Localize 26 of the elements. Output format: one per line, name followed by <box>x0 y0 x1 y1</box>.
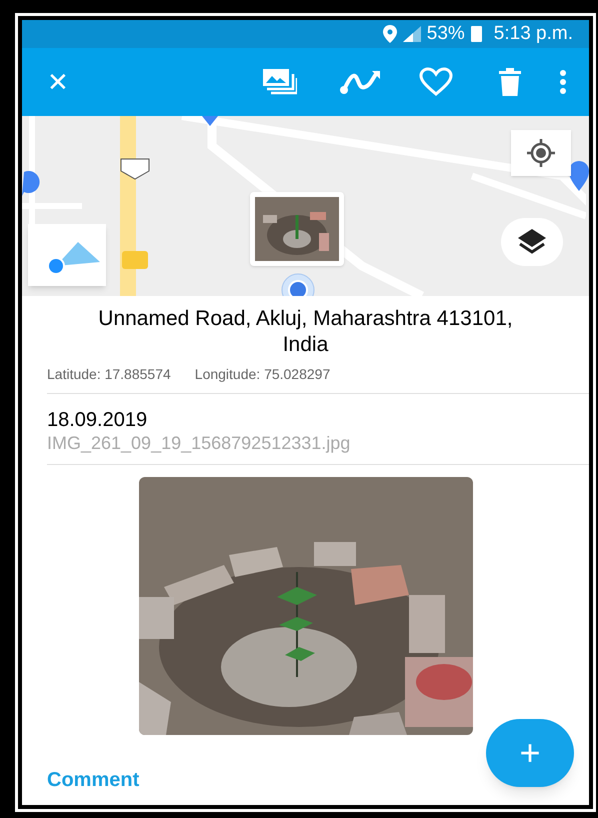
close-button[interactable]: ✕ <box>38 62 78 102</box>
trash-icon[interactable] <box>499 68 521 96</box>
battery-percent: 53% <box>426 22 465 46</box>
clock: 5:13 p.m. <box>494 22 573 46</box>
more-options-icon[interactable] <box>559 70 567 94</box>
heart-icon[interactable] <box>419 67 453 97</box>
address-text: Unnamed Road, Akluj, Maharashtra 413101, India <box>97 306 514 358</box>
my-location-button[interactable] <box>511 130 571 176</box>
signal-icon <box>402 26 421 42</box>
road-sign-icon <box>120 158 150 180</box>
layers-icon <box>518 229 546 255</box>
comment-link[interactable]: Comment <box>47 765 140 795</box>
longitude-text: Longitude: 75.028297 <box>194 365 330 384</box>
filename-text: IMG_261_09_19_1568792512331.jpg <box>47 432 352 454</box>
date-text: 18.09.2019 <box>47 408 148 432</box>
road-sign-icon <box>122 251 148 269</box>
gallery-icon[interactable] <box>263 69 297 95</box>
map-pin-icon <box>569 161 589 191</box>
battery-icon <box>470 26 482 42</box>
compass-button[interactable] <box>28 224 106 286</box>
add-button[interactable]: + <box>486 719 574 787</box>
location-pin-icon <box>382 25 397 43</box>
crosshair-icon <box>527 139 555 167</box>
latitude-text: Latitude: 17.885574 <box>47 365 171 384</box>
route-icon[interactable] <box>339 69 381 95</box>
photo-marker[interactable] <box>250 192 344 266</box>
